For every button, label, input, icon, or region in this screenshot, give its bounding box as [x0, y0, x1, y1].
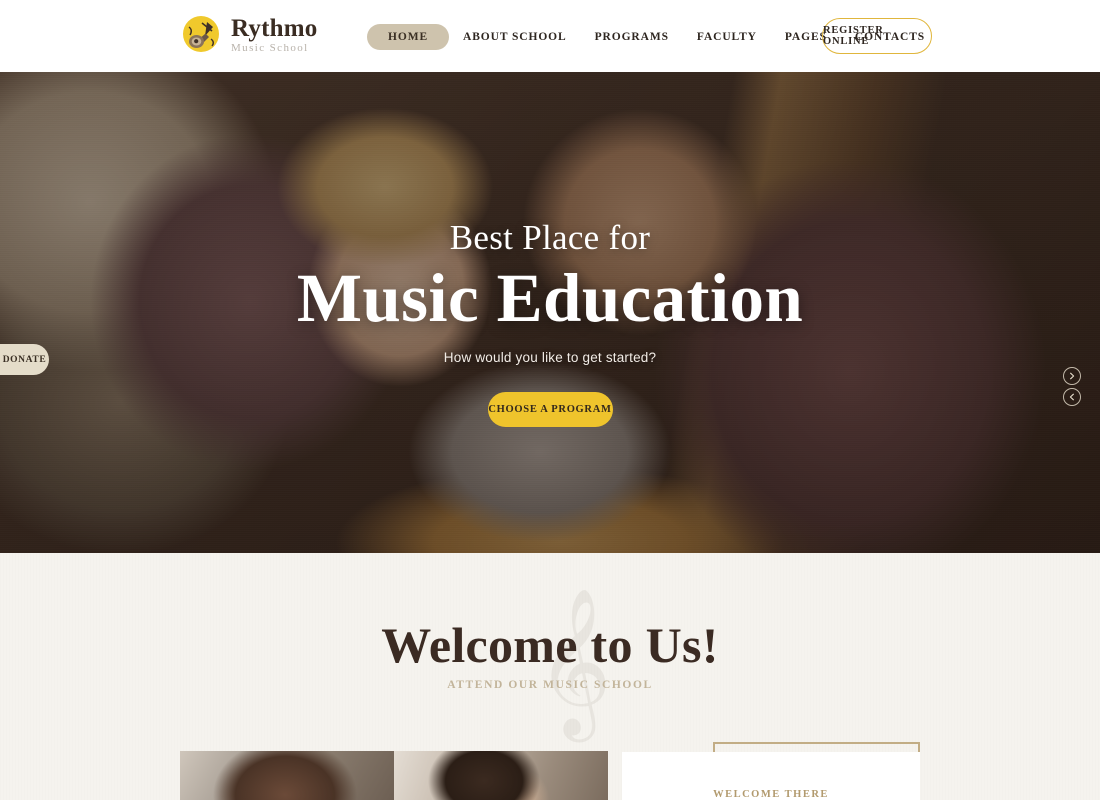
nav-item-about-school[interactable]: ABOUT SCHOOL: [449, 24, 581, 50]
choose-a-program-button[interactable]: CHOOSE A PROGRAM: [487, 392, 613, 428]
gallery-image-1[interactable]: [180, 751, 394, 800]
nav-item-faculty[interactable]: FACULTY: [683, 24, 771, 50]
chevron-left-circle-icon[interactable]: [1063, 388, 1081, 406]
guitar-circle-icon: [180, 13, 222, 55]
brand-tagline: Music School: [231, 42, 309, 55]
brand-text: Rythmo Music School: [231, 14, 317, 54]
welcome-card-label: WELCOME THERE: [713, 789, 829, 800]
page-root: Rythmo Music School HOME ABOUT SCHOOL PR…: [0, 0, 1100, 800]
welcome-subtitle: ATTEND OUR MUSIC SCHOOL: [447, 679, 653, 691]
chevron-right-circle-icon[interactable]: [1063, 367, 1081, 385]
hero-title: Music Education: [296, 259, 804, 336]
welcome-title: Welcome to Us!: [381, 617, 719, 673]
hero-subtitle: How would you like to get started?: [443, 350, 657, 366]
donate-tab[interactable]: DONATE: [0, 344, 49, 375]
slider-navigation: [1063, 367, 1081, 406]
gallery-image-2[interactable]: [394, 751, 608, 800]
gallery-thumbnails[interactable]: [180, 751, 608, 800]
brand-logo[interactable]: Rythmo Music School: [180, 13, 317, 55]
brand-name: Rythmo: [231, 14, 318, 42]
hero-pretitle: Best Place for: [449, 217, 651, 257]
hero-slider: Best Place for Music Education How would…: [0, 72, 1100, 553]
register-online-button[interactable]: REGISTER ONLINE: [822, 18, 932, 54]
nav-item-home[interactable]: HOME: [367, 24, 450, 50]
site-header: Rythmo Music School HOME ABOUT SCHOOL PR…: [0, 0, 1100, 72]
hero-content: Best Place for Music Education How would…: [0, 72, 1100, 553]
nav-item-programs[interactable]: PROGRAMS: [581, 24, 683, 50]
